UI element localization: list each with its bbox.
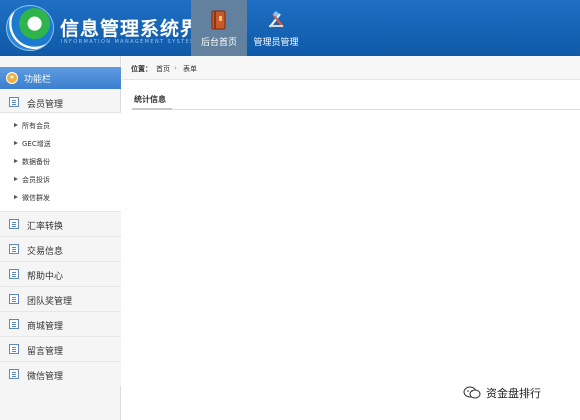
top-header: 信息管理系统界面 INFORMATION MANAGEMENT SYSTEM G… [0,0,580,56]
breadcrumb-separator: › [174,64,177,72]
sidebar: 功能栏 会员管理 所有会员 GEC增送 数据备份 会员投诉 微信群发 汇率转换 … [0,56,121,420]
sidebar-item-help-center[interactable]: 帮助中心 [0,261,121,286]
sidebar-item-label: 微信管理 [27,372,64,382]
app-root: 信息管理系统界面 INFORMATION MANAGEMENT SYSTEM G… [0,0,580,420]
breadcrumb-current: 表单 [183,65,197,73]
breadcrumb: 位置： 首页 › 表单 [122,56,580,80]
nav-home-label: 后台首页 [200,38,237,48]
sidebar-item-label: 帮助中心 [27,272,64,282]
sidebar-item-trade-info[interactable]: 交易信息 [0,236,121,261]
sidebar-group-label: 会员管理 [27,100,64,110]
submenu-item-backup[interactable]: 数据备份 [14,157,50,167]
calendar-icon [9,294,19,304]
breadcrumb-label: 位置： [131,65,152,73]
section-title: 统计信息 [134,95,166,104]
sidebar-group-member[interactable]: 会员管理 [0,91,121,113]
submenu-item-all-members[interactable]: 所有会员 [14,121,50,131]
nav-home-tab[interactable]: 后台首页 [191,0,247,56]
breadcrumb-home-link[interactable]: 首页 [156,64,170,74]
submenu-item-complaints[interactable]: 会员投诉 [14,175,50,185]
chevron-down-icon [6,72,18,84]
section-divider [132,108,580,110]
sidebar-item-label: 商城管理 [27,322,64,332]
sidebar-item-label: 留言管理 [27,347,64,357]
watermark-text: 资金盘排行 [486,387,541,400]
sidebar-header[interactable]: 功能栏 [0,67,121,89]
sidebar-item-messages[interactable]: 留言管理 [0,336,121,361]
sidebar-item-label: 交易信息 [27,247,64,257]
sidebar-item-team-bonus[interactable]: 团队奖管理 [0,286,121,311]
list-icon [9,97,19,107]
sidebar-item-wechat[interactable]: 微信管理 [0,361,121,386]
calendar-icon [9,319,19,329]
chat-icon [9,369,19,379]
submenu-item-gec[interactable]: GEC增送 [14,139,51,149]
app-subtitle: INFORMATION MANAGEMENT SYSTEM GUI [61,39,213,45]
submenu-item-wechat-broadcast[interactable]: 微信群发 [14,193,50,203]
chat-icon [9,219,19,229]
sidebar-item-label: 汇率转换 [27,222,64,232]
edit-icon [9,344,19,354]
book-icon [211,10,226,30]
main-content: 位置： 首页 › 表单 统计信息 [122,56,580,420]
list-icon [9,244,19,254]
sidebar-item-label: 团队奖管理 [27,297,73,307]
wechat-icon [463,386,481,399]
nav-admin-label: 管理员管理 [253,38,299,48]
nav-admin-tab[interactable]: 管理员管理 [250,0,302,56]
sidebar-item-mall[interactable]: 商城管理 [0,311,121,336]
logo-icon [6,5,54,51]
sidebar-header-label: 功能栏 [24,75,52,85]
sidebar-item-exchange-rate[interactable]: 汇率转换 [0,211,121,236]
edit-icon [9,269,19,279]
admin-tools-icon [269,11,284,28]
